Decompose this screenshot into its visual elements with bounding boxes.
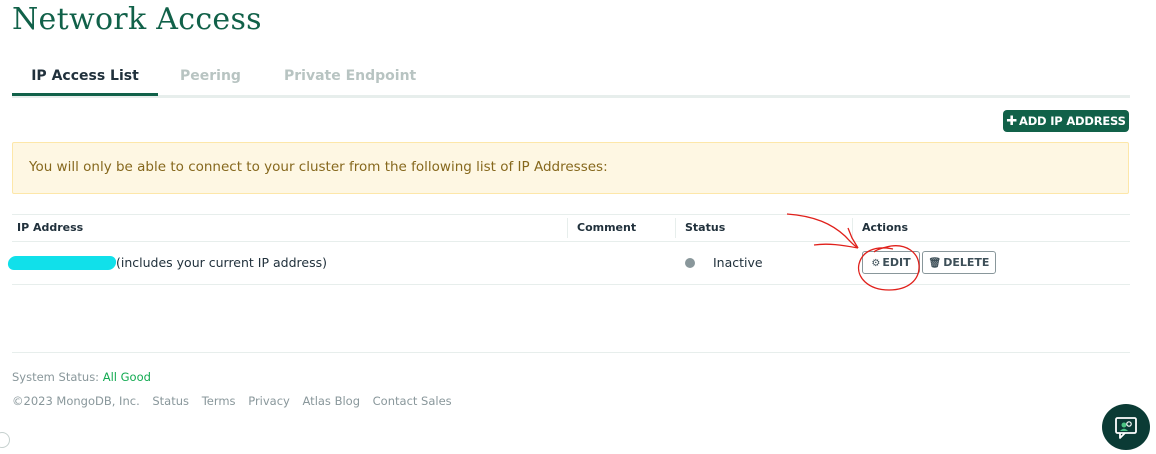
tab-ip-access-list[interactable]: IP Access List	[12, 62, 158, 96]
footer-link-status[interactable]: Status	[152, 394, 189, 408]
plus-icon: ✚	[1006, 114, 1018, 129]
footer-links: ©2023 MongoDB, Inc. Status Terms Privacy…	[12, 394, 461, 408]
delete-label: DELETE	[943, 256, 990, 269]
ip-address-note: (includes your current IP address)	[116, 255, 327, 270]
column-divider	[852, 218, 853, 238]
footer-divider	[12, 352, 1130, 353]
add-ip-address-label: ADD IP ADDRESS	[1019, 114, 1126, 128]
tab-private-endpoint[interactable]: Private Endpoint	[284, 62, 416, 93]
column-header-actions: Actions	[862, 221, 908, 234]
column-header-comment[interactable]: Comment	[577, 215, 636, 241]
column-divider	[567, 218, 568, 238]
column-header-status[interactable]: Status	[685, 215, 725, 241]
table-header: IP Address Comment Status Actions	[12, 214, 1130, 242]
footer-link-contact-sales[interactable]: Contact Sales	[373, 394, 452, 408]
system-status: System Status: All Good	[12, 370, 151, 384]
scroll-handle[interactable]	[0, 432, 10, 448]
edit-button[interactable]: ⚙ EDIT	[862, 251, 920, 274]
status-text: Inactive	[713, 255, 763, 270]
info-banner: You will only be able to connect to your…	[12, 142, 1129, 194]
status-indicator-icon	[685, 258, 695, 268]
footer-link-terms[interactable]: Terms	[202, 394, 236, 408]
add-ip-address-button[interactable]: ✚ ADD IP ADDRESS	[1003, 110, 1129, 132]
footer-link-atlas-blog[interactable]: Atlas Blog	[303, 394, 360, 408]
chat-support-button[interactable]	[1102, 404, 1150, 450]
system-status-link[interactable]: All Good	[103, 370, 151, 384]
trash-icon: 🗑	[928, 258, 942, 269]
table-row: (includes your current IP address) Inact…	[7, 242, 1130, 285]
column-divider	[675, 218, 676, 238]
footer-link-privacy[interactable]: Privacy	[248, 394, 290, 408]
chat-support-icon	[1115, 417, 1137, 439]
page-title: Network Access	[12, 2, 262, 37]
redacted-ip-address	[7, 256, 117, 270]
copyright-text: ©2023 MongoDB, Inc.	[12, 394, 140, 408]
system-status-label: System Status:	[12, 370, 100, 384]
banner-text: You will only be able to connect to your…	[29, 159, 608, 175]
gear-icon: ⚙	[871, 258, 881, 269]
delete-button[interactable]: 🗑 DELETE	[922, 251, 996, 274]
edit-label: EDIT	[882, 256, 911, 269]
tab-peering[interactable]: Peering	[180, 62, 241, 93]
tab-bar: IP Access List Peering Private Endpoint	[12, 62, 1130, 98]
column-header-ip-address[interactable]: IP Address	[17, 215, 83, 241]
